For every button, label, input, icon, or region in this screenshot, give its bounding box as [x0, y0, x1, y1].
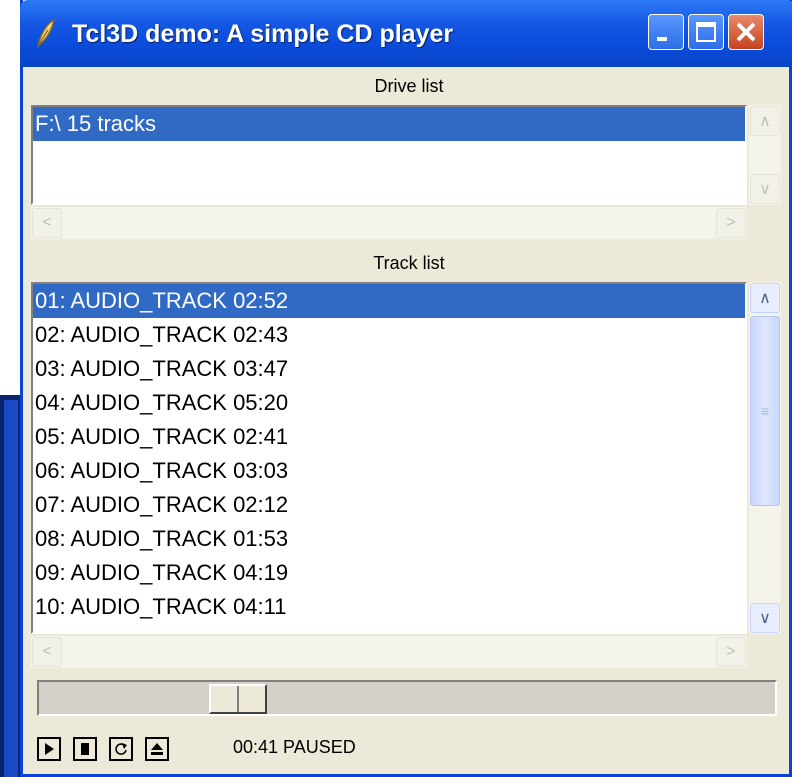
close-button[interactable]: [728, 14, 764, 50]
window-title: Tcl3D demo: A simple CD player: [72, 20, 454, 48]
drive-list-label: Drive list: [374, 76, 444, 96]
chevron-left-icon: <: [42, 643, 52, 660]
track-list-item[interactable]: 10: AUDIO_TRACK 04:11: [33, 590, 745, 624]
chevron-right-icon: >: [726, 643, 736, 660]
track-horizontal-scrollbar[interactable]: < >: [31, 636, 747, 668]
track-list-item[interactable]: 03: AUDIO_TRACK 03:47: [33, 352, 745, 386]
chevron-down-icon: ∨: [759, 610, 771, 627]
drive-vertical-scrollbar[interactable]: ∧ ∨: [749, 105, 781, 205]
drive-listbox[interactable]: F:\ 15 tracks: [31, 105, 747, 205]
repeat-icon: [115, 743, 127, 755]
slider-notch: [237, 686, 239, 712]
desktop-background-inner: [4, 400, 18, 777]
scroll-right-button[interactable]: >: [716, 637, 746, 667]
drive-horizontal-scrollbar[interactable]: < >: [31, 207, 747, 239]
track-listbox[interactable]: 01: AUDIO_TRACK 02:52 02: AUDIO_TRACK 02…: [31, 282, 747, 634]
repeat-button[interactable]: [109, 737, 133, 761]
scroll-up-button[interactable]: ∧: [750, 283, 780, 313]
play-button[interactable]: [37, 737, 61, 761]
chevron-up-icon: ∧: [759, 290, 771, 307]
track-list-item[interactable]: 01: AUDIO_TRACK 02:52: [33, 284, 745, 318]
chevron-left-icon: <: [42, 214, 52, 231]
maximize-icon: [696, 22, 716, 42]
track-list-item[interactable]: 09: AUDIO_TRACK 04:19: [33, 556, 745, 590]
eject-button[interactable]: [145, 737, 169, 761]
minimize-button[interactable]: [648, 14, 684, 50]
cd-player-window: Tcl3D demo: A simple CD player Drive lis…: [20, 0, 792, 777]
scroll-left-button[interactable]: <: [32, 637, 62, 667]
playback-position-slider[interactable]: [37, 680, 777, 716]
track-list-item[interactable]: 02: AUDIO_TRACK 02:43: [33, 318, 745, 352]
scroll-up-button[interactable]: ∧: [750, 106, 780, 136]
track-list-item[interactable]: 07: AUDIO_TRACK 02:12: [33, 488, 745, 522]
stop-icon: [81, 743, 89, 755]
drive-list-item[interactable]: F:\ 15 tracks: [33, 107, 745, 141]
track-vertical-scrollbar[interactable]: ∧ ≡ ∨: [749, 282, 781, 634]
chevron-up-icon: ∧: [759, 113, 771, 130]
track-list-item[interactable]: 08: AUDIO_TRACK 01:53: [33, 522, 745, 556]
track-list-item[interactable]: 06: AUDIO_TRACK 03:03: [33, 454, 745, 488]
chevron-right-icon: >: [726, 214, 736, 231]
play-icon: [45, 743, 54, 755]
title-bar[interactable]: Tcl3D demo: A simple CD player: [20, 0, 792, 67]
track-list-item[interactable]: 04: AUDIO_TRACK 05:20: [33, 386, 745, 420]
eject-icon: [151, 743, 163, 755]
slider-handle[interactable]: [209, 684, 267, 714]
maximize-button[interactable]: [688, 14, 724, 50]
minimize-icon: [657, 37, 667, 41]
close-icon: [736, 22, 756, 42]
scroll-down-button[interactable]: ∨: [750, 603, 780, 633]
track-list-label: Track list: [373, 253, 445, 273]
scroll-down-button[interactable]: ∨: [750, 174, 780, 204]
scroll-right-button[interactable]: >: [716, 208, 746, 238]
grip-icon: ≡: [760, 403, 770, 419]
chevron-down-icon: ∨: [759, 181, 771, 198]
stop-button[interactable]: [73, 737, 97, 761]
scroll-thumb[interactable]: ≡: [750, 316, 780, 506]
playback-status: 00:41 PAUSED: [233, 737, 356, 757]
track-list-item[interactable]: 05: AUDIO_TRACK 02:41: [33, 420, 745, 454]
scroll-left-button[interactable]: <: [32, 208, 62, 238]
app-feather-icon: [34, 18, 58, 49]
